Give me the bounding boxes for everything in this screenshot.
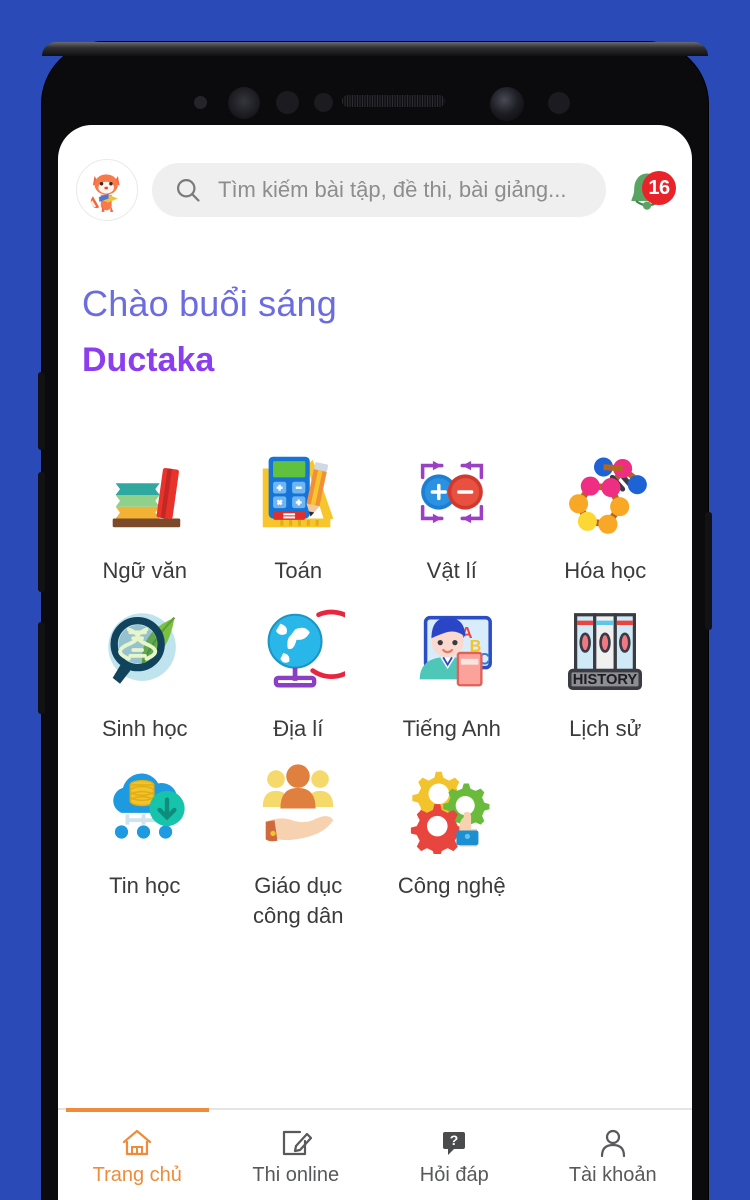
subject-icon-wrap: HISTORY [553,600,657,700]
app-logo-avatar[interactable] [76,159,138,221]
nav-icon-wrap [597,1124,629,1158]
subject-icon-wrap [93,600,197,700]
subject-label: Công nghệ [397,873,506,899]
greeting-block: Chào buổi sáng Ductaka [58,221,692,380]
volume-up-button[interactable] [38,372,45,450]
nav-item-thi-online[interactable]: Thi online [217,1110,376,1200]
power-button[interactable] [705,512,712,630]
subject-item-giao-duc-cong-dan[interactable]: Giáo dục công dân [222,757,376,930]
subject-label: Sinh học [101,715,188,741]
subject-item-ngu-van[interactable]: Ngữ văn [68,442,222,586]
phone-frame: Tìm kiếm bài tập, đề thi, bài giảng... 1… [38,42,712,1200]
nav-label: Hỏi đáp [419,1163,489,1186]
subject-label: Tin học [109,873,181,899]
sensor-dot-icon [548,92,570,114]
subject-item-lich-su[interactable]: HISTORY Lịch sử [529,600,683,744]
subject-label: Giáo dục công dân [252,873,344,929]
fox-mascot-icon [90,174,120,212]
subject-label: Vật lí [426,558,477,583]
iris-scanner-icon [228,87,260,119]
subject-label: Địa lí [273,715,324,741]
subject-item-tin-hoc[interactable]: Tin học [68,757,222,930]
subject-icon-wrap [246,442,350,542]
subject-item-sinh-hoc[interactable]: Sinh học [68,600,222,744]
nav-label: Thi online [252,1163,340,1186]
greeting-text: Chào buổi sáng [82,283,337,324]
notification-count-badge: 16 [642,171,676,205]
subject-item-vat-li[interactable]: Vật lí [375,442,529,586]
subject-icon-wrap [400,442,504,542]
nav-icon-wrap [280,1124,312,1158]
globe-stand-icon [267,609,346,688]
svg-text:?: ? [450,1132,459,1148]
hand-people-icon [263,764,334,842]
nav-item-tai-khoan[interactable]: Tài khoản [534,1110,693,1200]
subject-icon-wrap [246,600,350,700]
bixby-button[interactable] [38,622,45,714]
subject-icon-wrap [93,442,197,542]
nav-icon-wrap [121,1124,153,1158]
subject-icon-wrap: A B C [400,600,504,700]
subject-label: Toán [274,558,323,583]
phone-screen: Tìm kiếm bài tập, đề thi, bài giảng... 1… [58,125,692,1200]
subject-label: Ngữ văn [102,558,187,583]
question-bubble-icon: ? [443,1131,466,1155]
subject-label: Hóa học [564,558,647,583]
home-icon [123,1129,152,1155]
user-name: Ductaka [82,341,215,379]
subject-item-toan[interactable]: Toán [222,442,376,586]
subject-item-hoa-hoc[interactable]: Hóa học [529,442,683,586]
search-icon [176,178,200,202]
subject-item-cong-nghe[interactable]: Công nghệ [375,757,529,930]
svg-text:HISTORY: HISTORY [573,671,638,687]
calculator-ruler-icon [263,456,334,528]
subject-icon-wrap [93,757,197,857]
nav-icon-wrap: ? [438,1124,470,1158]
proximity-sensor-icon [194,96,207,109]
nav-item-hoi-dap[interactable]: ? Hỏi đáp [375,1110,534,1200]
subject-label: Tiếng Anh [402,715,501,741]
molecule-icon [569,457,648,534]
electric-charges-icon [420,460,483,524]
subject-grid: Ngữ văn Toán Vật lí Hóa học Sinh học Địa… [58,380,692,931]
books-stack-icon [112,468,180,528]
subject-item-tieng-anh[interactable]: A B C Tiếng Anh [375,600,529,744]
subject-icon-wrap [400,757,504,857]
subject-icon-wrap [246,757,350,857]
dna-magnifier-leaf-icon [108,612,176,684]
nav-label: Trang chủ [92,1163,182,1186]
history-books-icon: HISTORY [568,612,643,690]
earpiece-speaker-icon [342,95,445,107]
bottom-navigation: Trang chủ Thi online ? Hỏi đáp Tài khoản [58,1108,692,1200]
student-abc-board-icon: A B C [419,615,492,687]
volume-down-button[interactable] [38,472,45,592]
subject-label: Lịch sử [569,715,642,741]
nav-item-trang-chu[interactable]: Trang chủ [58,1108,217,1200]
subject-item-dia-li[interactable]: Địa lí [222,600,376,744]
subject-icon-wrap [553,442,657,542]
light-sensor-icon [276,91,299,114]
pencil-note-icon [282,1130,312,1155]
app-header: Tìm kiếm bài tập, đề thi, bài giảng... 1… [58,125,692,221]
nav-label: Tài khoản [568,1163,657,1186]
front-camera-icon [490,87,524,121]
sensor-dot-icon [314,93,333,112]
user-account-icon [600,1129,625,1157]
search-placeholder-text: Tìm kiếm bài tập, đề thi, bài giảng... [218,177,567,202]
search-input[interactable]: Tìm kiếm bài tập, đề thi, bài giảng... [152,163,606,217]
notification-button[interactable]: 16 [620,163,676,217]
gears-hand-icon [410,772,490,855]
cloud-database-icon [113,773,185,839]
active-tab-indicator [66,1108,209,1112]
